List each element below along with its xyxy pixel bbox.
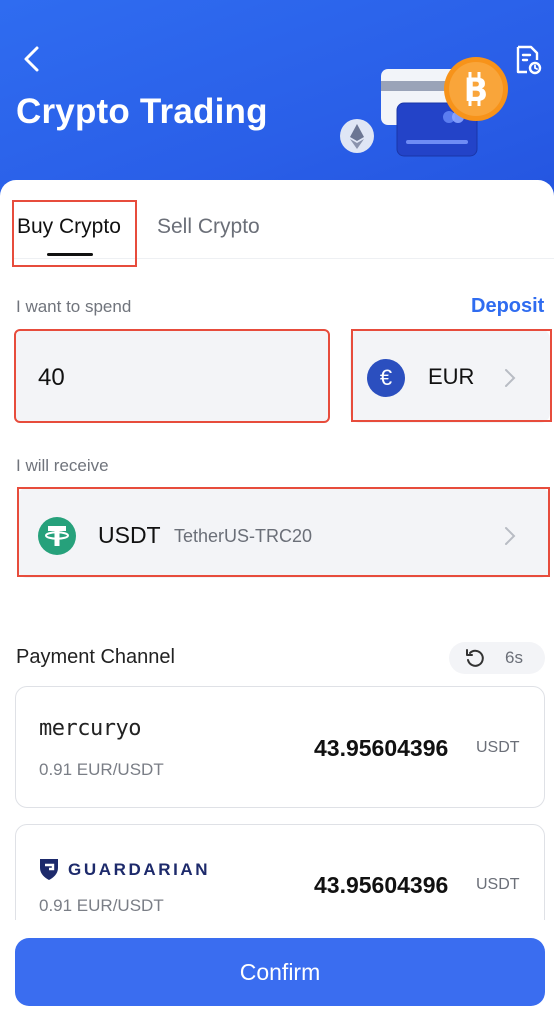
header-banner: Crypto Trading B: [0, 0, 554, 200]
receive-label: I will receive: [16, 456, 109, 475]
channel-name-mercuryo: mercuryo: [39, 716, 141, 741]
highlight-box-coin: [17, 487, 550, 577]
channel-amount: 43.95604396: [314, 872, 449, 898]
channel-rate: 0.91 EUR/USDT: [39, 896, 164, 915]
payment-channel-title: Payment Channel: [16, 646, 175, 668]
back-arrow-icon[interactable]: [18, 44, 48, 74]
refresh-countdown: 6s: [505, 648, 523, 667]
highlight-box-currency: [351, 329, 552, 422]
channel-amount: 43.95604396: [314, 735, 449, 761]
highlight-box-tab: [12, 200, 137, 267]
guardarian-logo-icon: [38, 857, 60, 881]
spend-label: I want to spend: [16, 297, 132, 316]
svg-text:B: B: [464, 71, 488, 109]
channel-unit: USDT: [476, 739, 520, 756]
page-title: Crypto Trading: [16, 92, 268, 131]
bitcoin-icon: B: [444, 57, 508, 121]
confirm-button[interactable]: Confirm: [15, 938, 545, 1006]
refresh-icon: [464, 647, 486, 669]
highlight-box-amount: [14, 329, 330, 423]
channel-unit: USDT: [476, 876, 520, 893]
channel-rate: 0.91 EUR/USDT: [39, 760, 164, 779]
deposit-link[interactable]: Deposit: [471, 295, 544, 318]
tab-sell-crypto[interactable]: Sell Crypto: [157, 215, 260, 239]
ethereum-icon: [340, 119, 374, 153]
crypto-cards-illustration: B: [336, 50, 526, 170]
channel-name-guardarian: GUARDARIAN: [68, 860, 211, 879]
payment-channel-card-mercuryo[interactable]: [15, 686, 545, 808]
